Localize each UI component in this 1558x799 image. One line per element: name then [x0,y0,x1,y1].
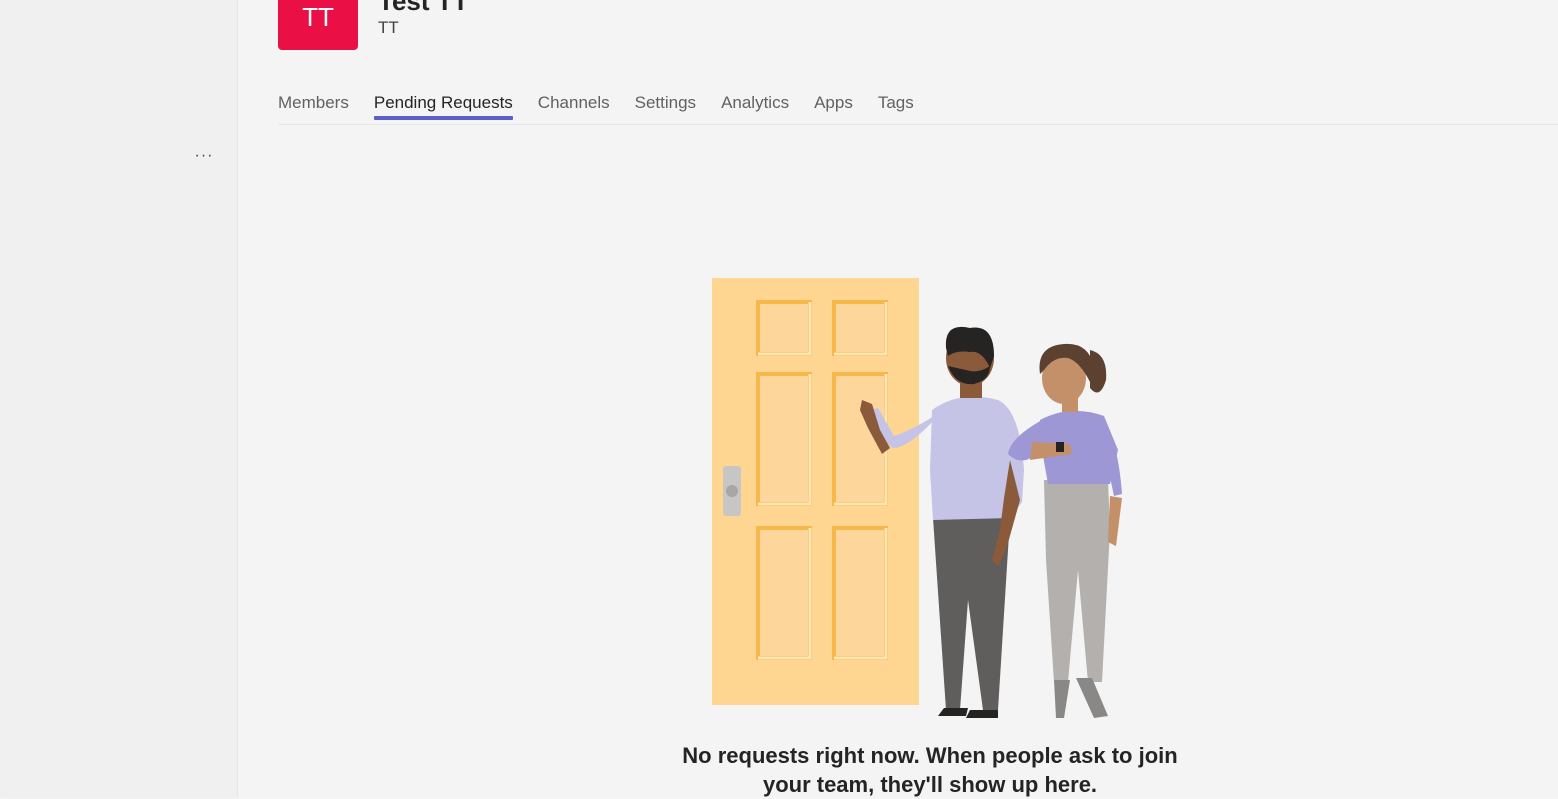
team-main-panel: TT Test TT TT Members Pending Requests C… [238,0,1558,797]
tab-settings[interactable]: Settings [635,88,696,122]
more-options-button[interactable]: ··· [188,142,220,170]
empty-state-illustration [712,278,1122,718]
tab-tags[interactable]: Tags [878,88,914,122]
left-rail: ··· [0,0,238,797]
tab-members[interactable]: Members [278,88,349,122]
team-tabs: Members Pending Requests Channels Settin… [278,88,1558,125]
tab-analytics[interactable]: Analytics [721,88,789,122]
tab-channels[interactable]: Channels [538,88,610,122]
team-subtitle: TT [378,18,399,37]
empty-state-message: No requests right now. When people ask t… [682,743,1178,797]
team-name: Test TT [378,0,469,16]
tab-pending-requests[interactable]: Pending Requests [373,88,513,122]
door-illustration [712,278,919,705]
team-avatar: TT [278,0,358,50]
woman-illustration [1008,343,1122,718]
team-avatar-initials: TT [302,1,334,32]
tab-apps[interactable]: Apps [814,88,853,122]
